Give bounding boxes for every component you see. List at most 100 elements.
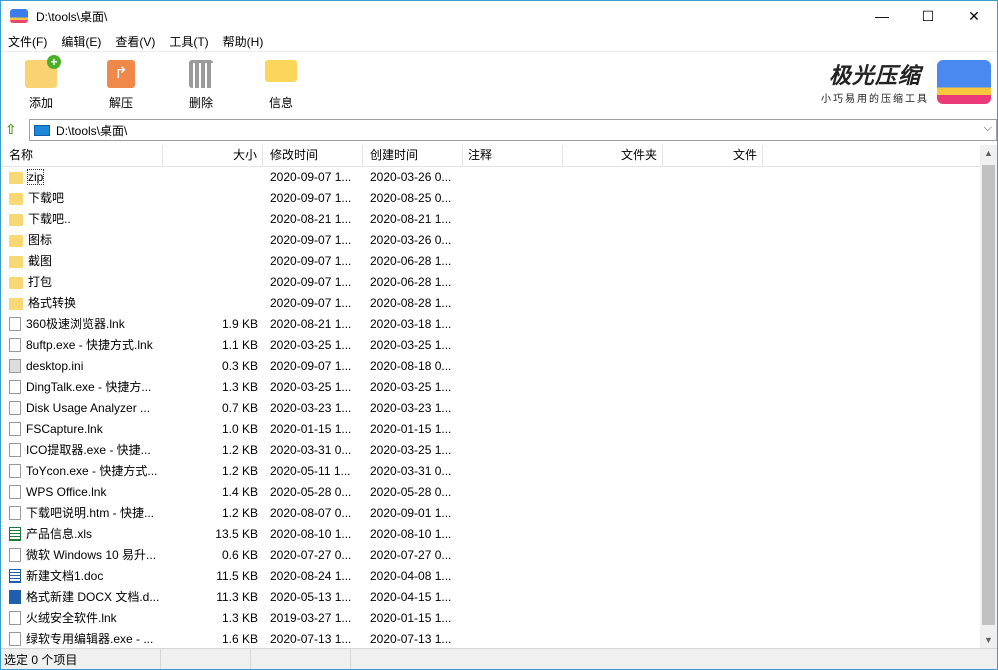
cell-text: 2020-03-25 1... [370, 338, 452, 352]
add-button[interactable]: + 添加 [11, 55, 71, 111]
address-bar[interactable]: D:\tools\桌面\ ⌵ [29, 119, 997, 141]
file-row[interactable]: desktop.ini 0.3 KB 2020-09-07 1... 2020-08-… [1, 356, 981, 377]
cell-text: 打包 [28, 275, 53, 289]
cell-created: 2020-06-28 1... [363, 251, 463, 272]
folder-icon [9, 214, 23, 226]
file-row[interactable]: 8uftp.exe - 快捷方式.lnk 1.1 KB 2020-03-25 1..… [1, 335, 981, 356]
menu-help[interactable]: 帮助(H) [216, 33, 271, 50]
folder-icon [9, 172, 23, 184]
scroll-up-icon[interactable]: ▲ [980, 148, 997, 158]
cell-name: 火绒安全软件.lnk [1, 608, 163, 629]
address-path: D:\tools\桌面\ [56, 123, 128, 138]
menu-edit[interactable]: 编辑(E) [54, 33, 108, 50]
cell-text: 2020-03-25 1... [370, 380, 452, 394]
menu-view[interactable]: 查看(V) [108, 33, 162, 50]
file-icon [9, 380, 21, 394]
cell-text: 2020-04-15 1... [370, 590, 452, 604]
close-button[interactable]: ✕ [951, 1, 997, 31]
file-row[interactable]: 绿软专用编辑器.exe - ... 1.6 KB 2020-07-13 1... 20… [1, 629, 981, 648]
col-comment[interactable]: 注释 [463, 145, 563, 166]
cell-name: 新建文档1.doc [1, 566, 163, 587]
scroll-down-icon[interactable]: ▼ [980, 635, 997, 645]
cell-text: 2020-08-10 1... [370, 527, 452, 541]
cell-size: 0.7 KB [163, 398, 263, 419]
cell-text: 1.0 KB [221, 422, 258, 436]
cell-text: 2019-03-27 1... [270, 611, 352, 625]
cell-text: 13.5 KB [215, 527, 258, 541]
maximize-button[interactable]: ☐ [905, 1, 951, 31]
file-row[interactable]: 图标 2020-09-07 1... 2020-03-26 0... [1, 230, 981, 251]
cell-created: 2020-03-26 0... [363, 167, 463, 188]
file-row[interactable]: 产品信息.xls 13.5 KB 2020-08-10 1... 2020-08-10… [1, 524, 981, 545]
cell-size: 11.5 KB [163, 566, 263, 587]
col-name[interactable]: 名称 [1, 145, 163, 166]
file-row[interactable]: 格式新建 DOCX 文档.d... 11.3 KB 2020-05-13 1... 2… [1, 587, 981, 608]
message-icon [265, 60, 297, 82]
file-row[interactable]: 下载吧 2020-09-07 1... 2020-08-25 0... [1, 188, 981, 209]
vertical-scrollbar[interactable]: ▲ ▼ [980, 145, 997, 648]
cell-size [163, 293, 263, 314]
info-button[interactable]: 信息 [251, 60, 311, 111]
file-row[interactable]: ToYcon.exe - 快捷方式... 1.2 KB 2020-05-11 1..… [1, 461, 981, 482]
file-icon [9, 590, 21, 604]
extract-button[interactable]: ↱ 解压 [91, 60, 151, 111]
file-row[interactable]: 360极速浏览器.lnk 1.9 KB 2020-08-21 1... 2020-03… [1, 314, 981, 335]
file-row[interactable]: DingTalk.exe - 快捷方... 1.3 KB 2020-03-25 1.… [1, 377, 981, 398]
file-row[interactable]: 下载吧.. 2020-08-21 1... 2020-08-21 1... [1, 209, 981, 230]
file-icon [9, 464, 21, 478]
cell-modified: 2020-09-07 1... [263, 272, 363, 293]
cell-text: 2020-05-28 0... [370, 485, 452, 499]
cell-created: 2020-07-27 0... [363, 545, 463, 566]
delete-label: 删除 [188, 96, 213, 110]
col-created[interactable]: 创建时间 [363, 145, 463, 166]
col-folders[interactable]: 文件夹 [563, 145, 663, 166]
cell-text: 2020-08-18 0... [370, 359, 452, 373]
scrollbar-thumb[interactable] [982, 165, 995, 625]
file-row[interactable]: 微软 Windows 10 易升... 0.6 KB 2020-07-27 0...… [1, 545, 981, 566]
cell-text: 1.2 KB [221, 464, 258, 478]
cell-text: 2020-04-08 1... [370, 569, 452, 583]
title-bar: D:\tools\桌面\ — ☐ ✕ [1, 1, 997, 31]
cell-text: 1.2 KB [221, 443, 258, 457]
cell-created: 2020-08-25 0... [363, 188, 463, 209]
trash-icon [189, 60, 213, 88]
cell-created: 2020-03-31 0... [363, 461, 463, 482]
cell-size: 0.6 KB [163, 545, 263, 566]
cell-text: 1.9 KB [221, 317, 258, 331]
cell-text: 1.4 KB [221, 485, 258, 499]
status-segment [251, 649, 351, 669]
cell-modified: 2020-08-10 1... [263, 524, 363, 545]
file-row[interactable]: Disk Usage Analyzer ... 0.7 KB 2020-03-23 … [1, 398, 981, 419]
delete-button[interactable]: 删除 [171, 60, 231, 111]
cell-name: DingTalk.exe - 快捷方... [1, 377, 163, 398]
cell-modified: 2020-05-13 1... [263, 587, 363, 608]
status-segment [161, 649, 251, 669]
file-row[interactable]: 下载吧说明.htm - 快捷... 1.2 KB 2020-08-07 0... 20… [1, 503, 981, 524]
cell-text: 2020-07-27 0... [370, 548, 452, 562]
chevron-down-icon[interactable]: ⌵ [984, 122, 992, 135]
logo-name: 极光压缩 [828, 63, 921, 88]
cell-text: 2020-09-07 1... [270, 170, 352, 184]
logo-slogan: 小巧易用的压缩工具 [821, 94, 929, 105]
menu-tools[interactable]: 工具(T) [162, 33, 215, 50]
file-row[interactable]: zip 2020-09-07 1... 2020-03-26 0... [1, 167, 981, 188]
minimize-button[interactable]: — [859, 1, 905, 31]
logo-icon [937, 59, 991, 104]
file-row[interactable]: 截图 2020-09-07 1... 2020-06-28 1... [1, 251, 981, 272]
menu-file[interactable]: 文件(F) [1, 33, 54, 50]
col-files[interactable]: 文件 [663, 145, 763, 166]
col-modified[interactable]: 修改时间 [263, 145, 363, 166]
up-folder-icon[interactable]: ⇧ [5, 121, 21, 137]
file-row[interactable]: WPS Office.lnk 1.4 KB 2020-05-28 0... 2020-… [1, 482, 981, 503]
file-row[interactable]: FSCapture.lnk 1.0 KB 2020-01-15 1... 2020-0… [1, 419, 981, 440]
file-row[interactable]: 打包 2020-09-07 1... 2020-06-28 1... [1, 272, 981, 293]
file-row[interactable]: 格式转换 2020-09-07 1... 2020-08-28 1... [1, 293, 981, 314]
cell-text: 2020-08-24 1... [270, 569, 352, 583]
col-size[interactable]: 大小 [163, 145, 263, 166]
file-row[interactable]: ICO提取器.exe - 快捷... 1.2 KB 2020-03-31 0... 2… [1, 440, 981, 461]
cell-size [163, 230, 263, 251]
file-row[interactable]: 新建文档1.doc 11.5 KB 2020-08-24 1... 2020-04-0… [1, 566, 981, 587]
cell-modified: 2020-09-07 1... [263, 188, 363, 209]
file-row[interactable]: 火绒安全软件.lnk 1.3 KB 2019-03-27 1... 2020-01-1… [1, 608, 981, 629]
cell-created: 2020-03-23 1... [363, 398, 463, 419]
